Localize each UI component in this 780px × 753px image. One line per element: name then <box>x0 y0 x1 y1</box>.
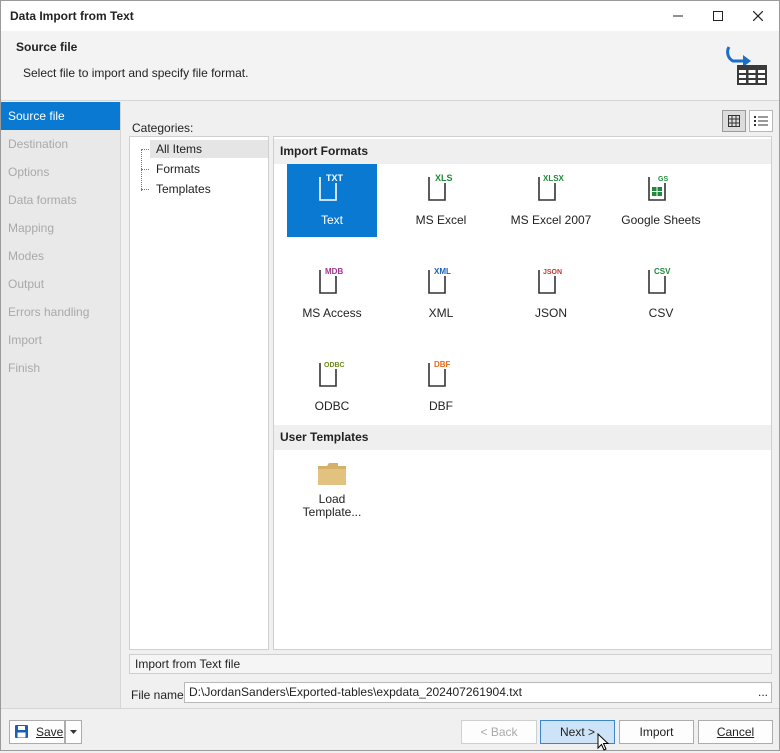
folder-icon <box>318 463 346 485</box>
format-label: MS Excel <box>415 213 467 227</box>
grid-view-button[interactable] <box>722 110 746 132</box>
odbc-file-icon: ODBC <box>319 362 345 387</box>
import-formats-header: Import Formats <box>274 139 771 164</box>
nav-item-data-formats[interactable]: Data formats <box>1 186 120 214</box>
xlsx-file-icon: XLSX <box>538 174 565 201</box>
window-title: Data Import from Text <box>10 9 134 23</box>
format-label: CSV <box>648 306 674 320</box>
save-dropdown-button[interactable] <box>65 720 82 744</box>
title-bar: Data Import from Text <box>1 1 779 31</box>
format-label: ODBC <box>314 399 350 413</box>
close-icon <box>753 11 763 21</box>
google-sheets-file-icon: GS <box>648 176 668 201</box>
format-tile-ms-excel[interactable]: XLS MS Excel <box>396 164 486 237</box>
tree-connector <box>141 149 149 150</box>
cancel-label: Cancel <box>716 725 755 739</box>
json-file-icon: JSON <box>538 269 562 294</box>
button-bar: Save < Back Next > Import Cancel <box>1 708 779 751</box>
tree-item-all-items[interactable]: All Items <box>150 140 268 158</box>
format-label: MS Access <box>302 306 362 320</box>
svg-text:JSON: JSON <box>543 269 562 276</box>
grid-view-icon <box>728 115 740 127</box>
svg-text:XML: XML <box>434 267 451 276</box>
cancel-button[interactable]: Cancel <box>698 720 773 744</box>
format-tile-odbc[interactable]: ODBC ODBC <box>287 350 377 423</box>
dbf-file-icon: DBF <box>428 360 451 387</box>
formats-gallery: Import Formats TXT Text XLS MS Excel XLS… <box>273 136 772 650</box>
svg-text:ODBC: ODBC <box>324 362 345 369</box>
chevron-down-icon <box>70 730 77 734</box>
file-name-label: File name: <box>131 688 188 702</box>
xls-file-icon: XLS <box>428 173 453 201</box>
mouse-cursor-icon <box>597 733 610 751</box>
save-label: Save <box>36 725 64 739</box>
import-button[interactable]: Import <box>619 720 694 744</box>
minimize-icon <box>673 15 683 17</box>
nav-item-options[interactable]: Options <box>1 158 120 186</box>
page-subtitle: Select file to import and specify file f… <box>23 66 249 80</box>
tree-item-formats[interactable]: Formats <box>154 160 202 178</box>
format-label: DBF <box>429 399 453 413</box>
format-label: Google Sheets <box>621 213 701 227</box>
tree-connector <box>141 149 142 191</box>
svg-text:XLSX: XLSX <box>543 174 565 183</box>
import-table-icon <box>726 46 767 85</box>
page-title: Source file <box>16 40 78 54</box>
wizard-header: Source file Select file to import and sp… <box>1 31 779 101</box>
mdb-file-icon: MDB <box>319 267 343 294</box>
format-description: Import from Text file <box>129 654 772 674</box>
file-name-value: D:\JordanSanders\Exported-tables\expdata… <box>189 685 522 699</box>
save-button[interactable]: Save <box>9 720 65 744</box>
nav-item-source-file[interactable]: Source file <box>1 102 120 130</box>
format-tile-dbf[interactable]: DBF DBF <box>396 350 486 423</box>
format-label: MS Excel 2007 <box>510 213 592 227</box>
svg-text:MDB: MDB <box>325 267 343 276</box>
svg-text:GS: GS <box>658 176 668 183</box>
wizard-steps-nav: Source file Destination Options Data for… <box>1 102 121 708</box>
format-tile-xml[interactable]: XML XML <box>396 257 486 330</box>
browse-button[interactable]: ... <box>758 683 768 702</box>
categories-tree: All Items Formats Templates <box>129 136 269 650</box>
format-tile-ms-excel-2007[interactable]: XLSX MS Excel 2007 <box>506 164 596 237</box>
next-label: Next > <box>559 725 595 739</box>
back-button[interactable]: < Back <box>461 720 537 744</box>
load-template-label-line2: Template... <box>302 505 362 519</box>
tree-connector <box>141 189 149 190</box>
save-icon <box>15 725 28 738</box>
close-button[interactable] <box>735 1 780 31</box>
file-name-input[interactable]: D:\JordanSanders\Exported-tables\expdata… <box>184 682 772 703</box>
tree-connector <box>141 169 149 170</box>
load-template-tile[interactable]: Load Template... <box>287 450 377 530</box>
svg-text:DBF: DBF <box>434 360 451 369</box>
list-view-button[interactable] <box>749 110 773 132</box>
format-label: JSON <box>534 306 567 320</box>
svg-text:XLS: XLS <box>435 173 453 183</box>
nav-item-destination[interactable]: Destination <box>1 130 120 158</box>
nav-item-finish[interactable]: Finish <box>1 354 120 382</box>
nav-item-output[interactable]: Output <box>1 270 120 298</box>
user-templates-header: User Templates <box>274 425 771 450</box>
tree-item-templates[interactable]: Templates <box>154 180 213 198</box>
nav-item-errors-handling[interactable]: Errors handling <box>1 298 120 326</box>
main-content: Categories: All Items Formats Templates <box>122 102 779 708</box>
nav-item-mapping[interactable]: Mapping <box>1 214 120 242</box>
txt-file-icon: TXT <box>319 173 344 201</box>
list-view-icon <box>754 116 768 126</box>
import-wizard-window: Data Import from Text Source file Select… <box>0 0 780 751</box>
format-tile-json[interactable]: JSON JSON <box>506 257 596 330</box>
csv-file-icon: CSV <box>648 267 671 294</box>
svg-text:TXT: TXT <box>326 173 344 183</box>
nav-item-modes[interactable]: Modes <box>1 242 120 270</box>
categories-label: Categories: <box>132 121 194 135</box>
nav-item-import[interactable]: Import <box>1 326 120 354</box>
format-label: XML <box>428 306 454 320</box>
format-tile-csv[interactable]: CSV CSV <box>616 257 706 330</box>
format-tile-ms-access[interactable]: MDB MS Access <box>287 257 377 330</box>
maximize-icon <box>713 11 723 21</box>
format-tile-text[interactable]: TXT Text <box>287 164 377 237</box>
format-tile-google-sheets[interactable]: GS Google Sheets <box>616 164 706 237</box>
xml-file-icon: XML <box>428 267 451 294</box>
format-label: Text <box>320 213 343 227</box>
svg-text:CSV: CSV <box>654 267 671 276</box>
